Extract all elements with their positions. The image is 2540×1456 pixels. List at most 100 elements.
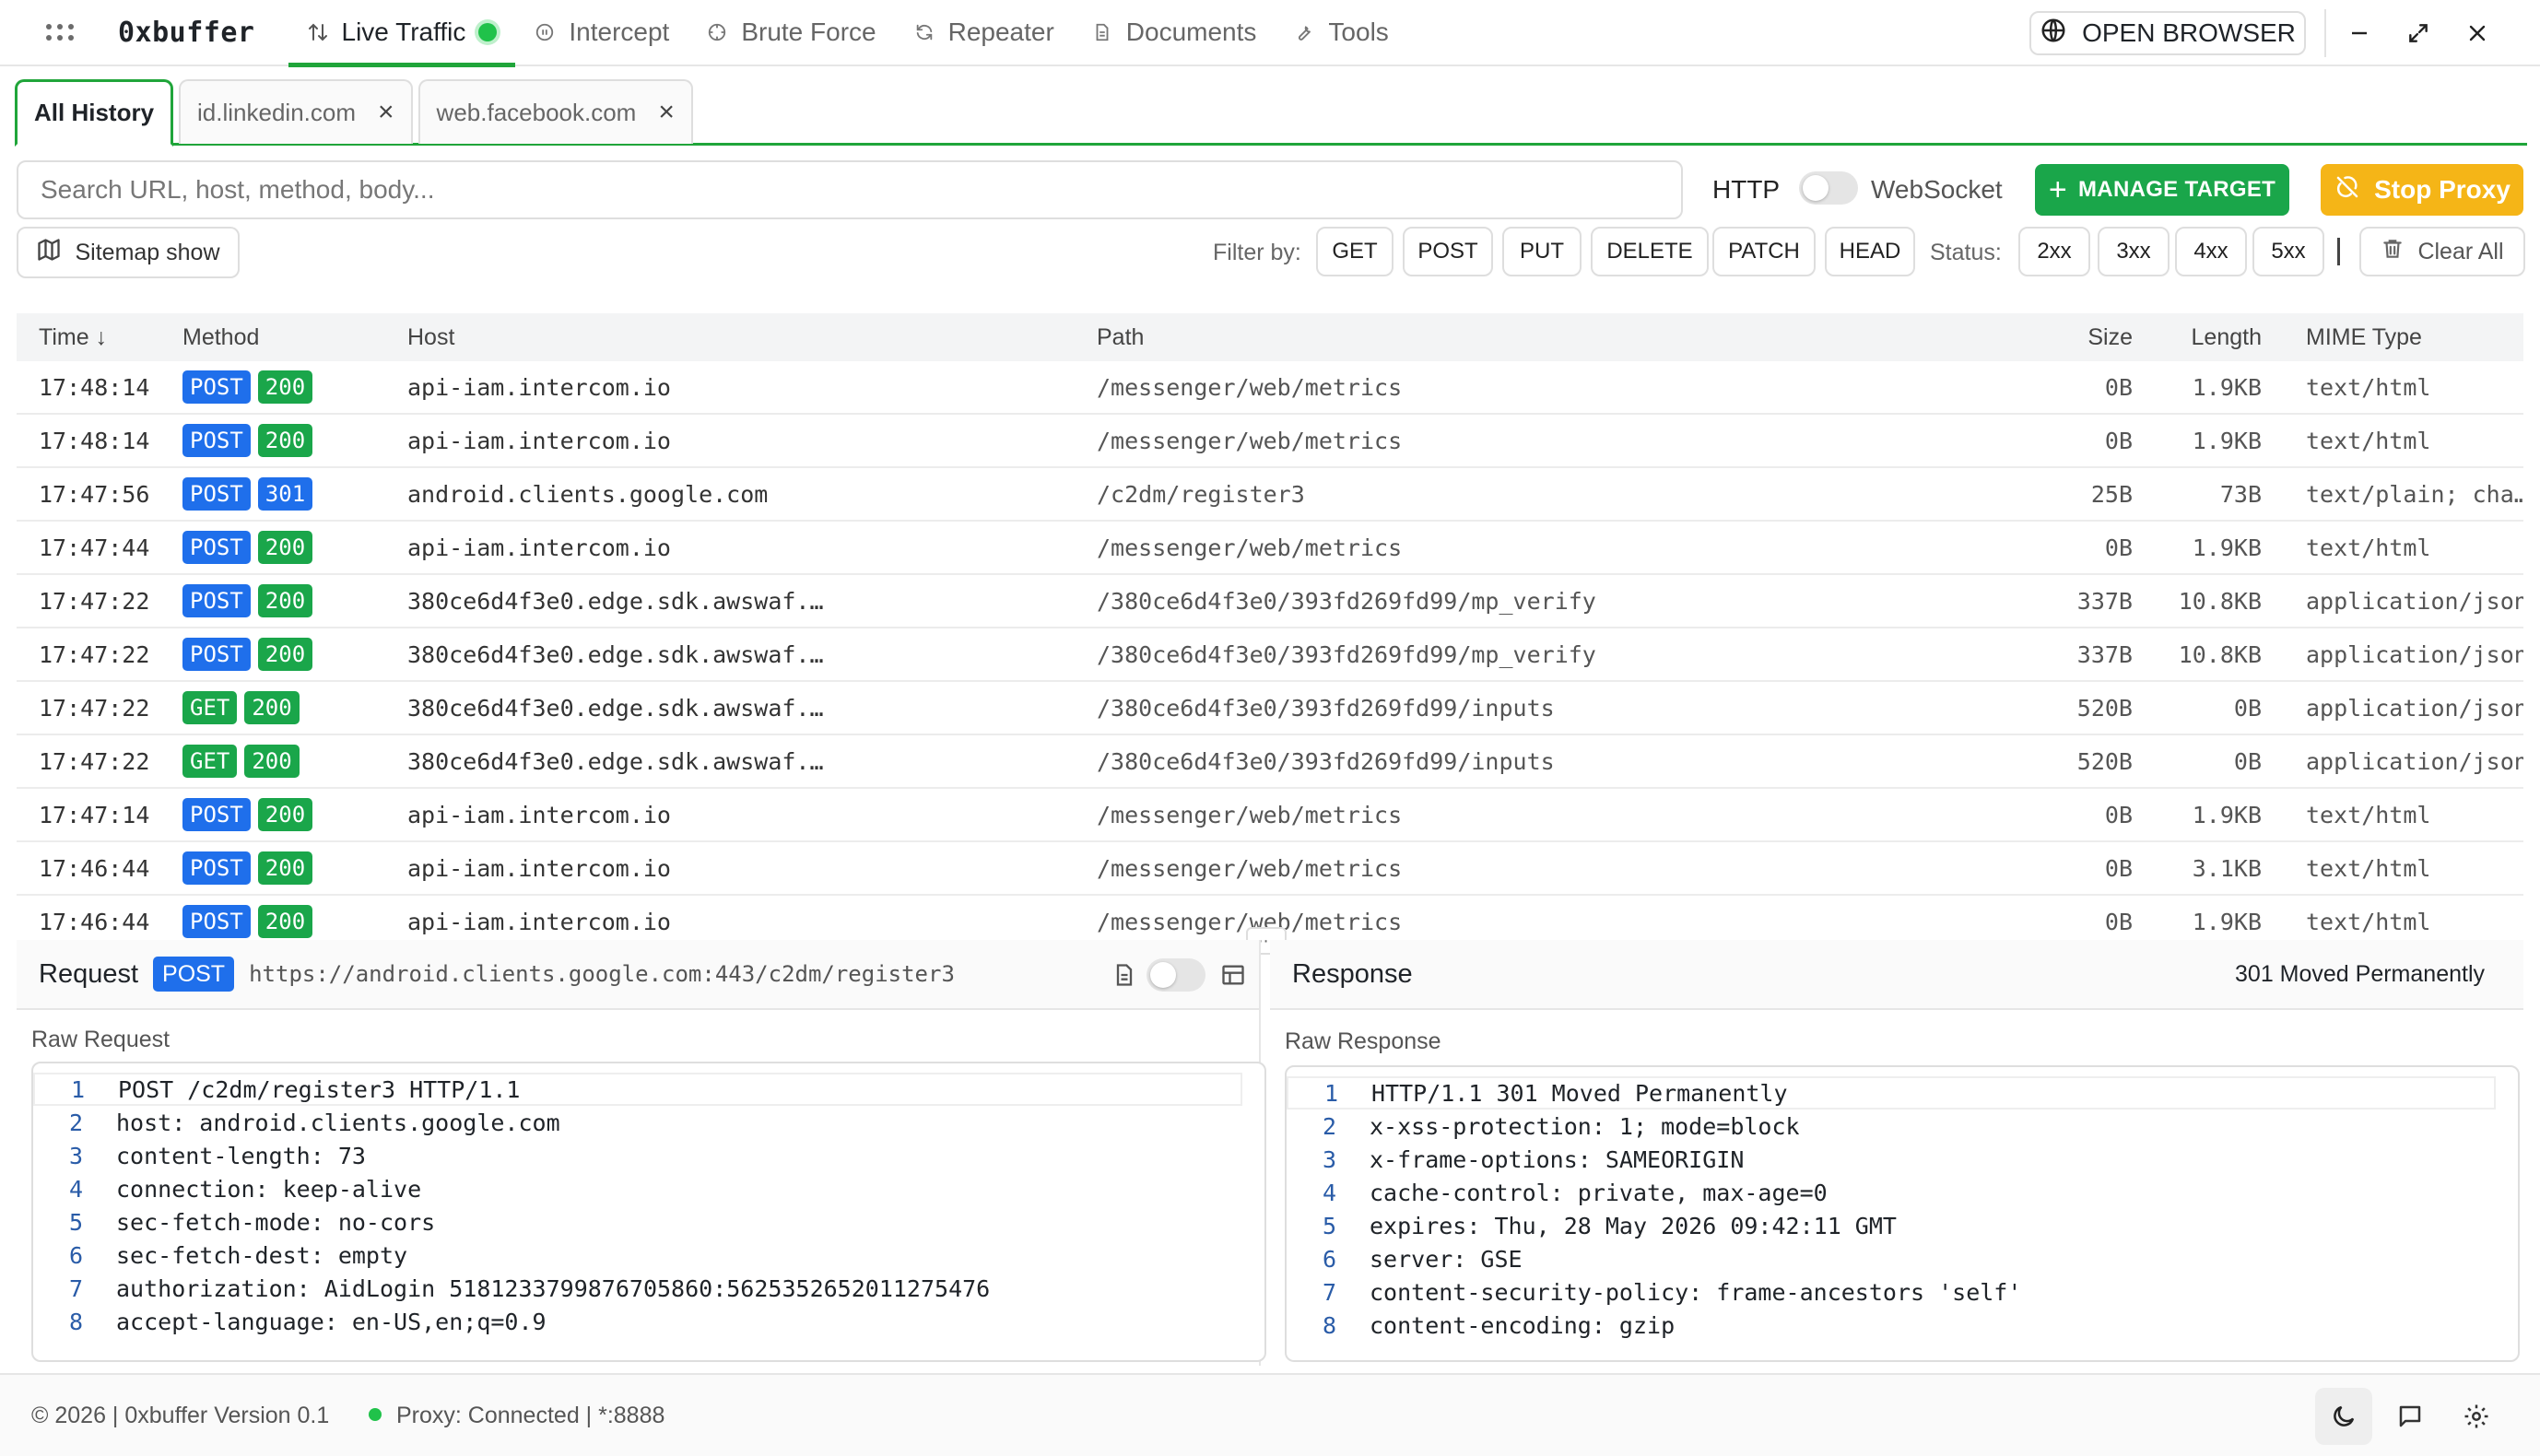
table-row[interactable]: 17:47:22 POST 200 380ce6d4f3e0.edge.sdk.aws… <box>17 628 2523 682</box>
close-window-button[interactable] <box>2461 17 2494 50</box>
column-header-host[interactable]: Host <box>407 324 1097 351</box>
line-number: 5 <box>68 1208 83 1236</box>
method-badge: POST <box>182 851 251 885</box>
copyright-text: © 2026 | 0xbuffer Version 0.1 <box>31 1403 330 1428</box>
sitemap-toggle-button[interactable]: Sitemap show <box>17 227 240 278</box>
live-indicator-dot <box>478 23 498 41</box>
table-row[interactable]: 17:47:22 GET 200 380ce6d4f3e0.edge.sdk.awsw… <box>17 735 2523 789</box>
maximize-button[interactable] <box>2402 17 2435 50</box>
cell-method: POST 200 <box>182 424 407 457</box>
table-row[interactable]: 17:48:14 POST 200 api-iam.intercom.io/messe… <box>17 415 2523 468</box>
cell-method: POST 301 <box>182 477 407 511</box>
search-input[interactable] <box>17 160 1683 219</box>
code-line: 6 sec-fetch-dest: empty <box>33 1239 1264 1272</box>
filter-2xx-button[interactable]: 2xx <box>2018 227 2090 276</box>
method-badge: POST <box>182 477 251 511</box>
history-tab-facebook[interactable]: web.facebook.com × <box>417 79 693 144</box>
line-number: 3 <box>68 1142 83 1169</box>
nav-tab-label: Tools <box>1328 18 1389 46</box>
cell-size: 337B <box>2076 587 2133 615</box>
code-line: 1 POST /c2dm/register3 HTTP/1.1 <box>33 1073 1242 1106</box>
cell-length: 10.8KB <box>2178 587 2262 615</box>
nav-tab-tools[interactable]: Tools <box>1275 0 1406 65</box>
cell-path: /messenger/web/metrics <box>1097 534 1403 561</box>
cell-mime: application/json <box>2306 747 2523 775</box>
nav-tab-label: Documents <box>1125 18 1257 46</box>
feedback-button[interactable] <box>2381 1388 2439 1445</box>
cell-method: POST 200 <box>182 905 407 938</box>
clear-all-label: Clear All <box>2417 238 2504 264</box>
theme-toggle-button[interactable] <box>2315 1388 2372 1445</box>
nav-tab-live-traffic[interactable]: Live Traffic <box>288 0 516 67</box>
expand-icon <box>2409 24 2428 42</box>
filter-get-button[interactable]: GET <box>1316 227 1393 276</box>
close-tab-icon[interactable]: × <box>658 97 675 128</box>
apps-grid-icon[interactable] <box>44 17 76 48</box>
open-browser-button[interactable]: OPEN BROWSER <box>2029 11 2306 55</box>
nav-tab-intercept[interactable]: Intercept <box>515 0 688 65</box>
filter-delete-button[interactable]: DELETE <box>1591 227 1709 276</box>
column-header-path[interactable]: Path <box>1097 324 2037 351</box>
filter-post-button[interactable]: POST <box>1403 227 1493 276</box>
manage-target-button[interactable]: + MANAGE TARGET <box>2035 164 2289 216</box>
traffic-table: Time ↓ Method Host Path Size Length MIME… <box>17 313 2523 940</box>
arrows-up-down-icon <box>307 21 329 43</box>
history-tab-all[interactable]: All History <box>15 79 174 147</box>
code-line: 8 content-encoding: gzip <box>1287 1309 2518 1342</box>
close-tab-icon[interactable]: × <box>378 97 394 128</box>
nav-tab-repeater[interactable]: Repeater <box>895 0 1073 65</box>
table-row[interactable]: 17:47:56 POST 301 android.clients.google.co… <box>17 468 2523 522</box>
cell-mime: application/json <box>2306 694 2523 722</box>
clear-all-button[interactable]: Clear All <box>2359 227 2525 276</box>
column-header-size[interactable]: Size <box>2037 324 2133 351</box>
minimize-button[interactable] <box>2343 17 2376 50</box>
cell-size: 0B <box>2104 801 2133 828</box>
response-header: Response 301 Moved Permanently <box>1270 940 2523 1010</box>
line-text: cache-control: private, max-age=0 <box>1370 1179 1828 1206</box>
crosshair-icon <box>706 21 728 43</box>
line-text: host: android.clients.google.com <box>116 1109 560 1136</box>
settings-button[interactable] <box>2448 1388 2505 1445</box>
history-tab-linkedin[interactable]: id.linkedin.com × <box>179 79 413 144</box>
stop-proxy-icon <box>2334 173 2361 207</box>
pause-circle-icon <box>534 21 556 43</box>
table-view-icon[interactable] <box>1220 962 1246 992</box>
table-row[interactable]: 17:47:44 POST 200 api-iam.intercom.io/messe… <box>17 522 2523 575</box>
column-header-length[interactable]: Length <box>2133 324 2262 351</box>
request-view-toggle[interactable] <box>1147 958 1205 992</box>
column-header-method[interactable]: Method <box>182 324 407 351</box>
column-header-mime[interactable]: MIME Type <box>2262 324 2523 351</box>
table-row[interactable]: 17:47:22 POST 200 380ce6d4f3e0.edge.sdk.aws… <box>17 575 2523 628</box>
nav-tab-brute-force[interactable]: Brute Force <box>688 0 894 65</box>
filter-5xx-button[interactable]: 5xx <box>2252 227 2324 276</box>
cell-method: GET 200 <box>182 745 407 778</box>
table-row[interactable]: 17:46:44 POST 200 api-iam.intercom.io/messe… <box>17 842 2523 896</box>
nav-tab-documents[interactable]: Documents <box>1073 0 1276 65</box>
cell-time: 17:47:22 <box>39 694 150 722</box>
filter-put-button[interactable]: PUT <box>1502 227 1582 276</box>
table-row[interactable]: 17:47:14 POST 200 api-iam.intercom.io/messe… <box>17 789 2523 842</box>
cell-path: /380ce6d4f3e0/393fd269fd99/inputs <box>1097 747 1555 775</box>
filter-4xx-button[interactable]: 4xx <box>2175 227 2247 276</box>
status-badge: 200 <box>257 370 313 404</box>
stop-proxy-button[interactable]: Stop Proxy <box>2321 164 2523 216</box>
raw-request-label: Raw Request <box>31 1027 171 1052</box>
cell-mime: text/html <box>2306 427 2431 454</box>
cell-size: 337B <box>2076 640 2133 668</box>
table-row[interactable]: 17:47:22 GET 200 380ce6d4f3e0.edge.sdk.awsw… <box>17 682 2523 735</box>
filter-3xx-button[interactable]: 3xx <box>2098 227 2170 276</box>
nav-tab-label: Brute Force <box>741 18 876 46</box>
protocol-toggle[interactable] <box>1799 171 1858 205</box>
cell-host: api-iam.intercom.io <box>407 534 671 561</box>
cell-mime: text/html <box>2306 373 2431 401</box>
method-badge: POST <box>182 584 251 617</box>
filter-patch-button[interactable]: PATCH <box>1712 227 1816 276</box>
raw-response-editor[interactable]: 1 HTTP/1.1 301 Moved Permanently 2 x-xss-pr… <box>1285 1065 2520 1362</box>
table-row[interactable]: 17:48:14 POST 200 api-iam.intercom.io/messe… <box>17 361 2523 415</box>
line-number: 6 <box>68 1241 83 1269</box>
filter-head-button[interactable]: HEAD <box>1825 227 1915 276</box>
raw-request-editor[interactable]: 1 POST /c2dm/register3 HTTP/1.1 2 host: and… <box>31 1062 1266 1362</box>
document-icon[interactable] <box>1111 962 1137 992</box>
column-header-time[interactable]: Time ↓ <box>17 324 182 351</box>
globe-icon <box>2040 17 2067 51</box>
